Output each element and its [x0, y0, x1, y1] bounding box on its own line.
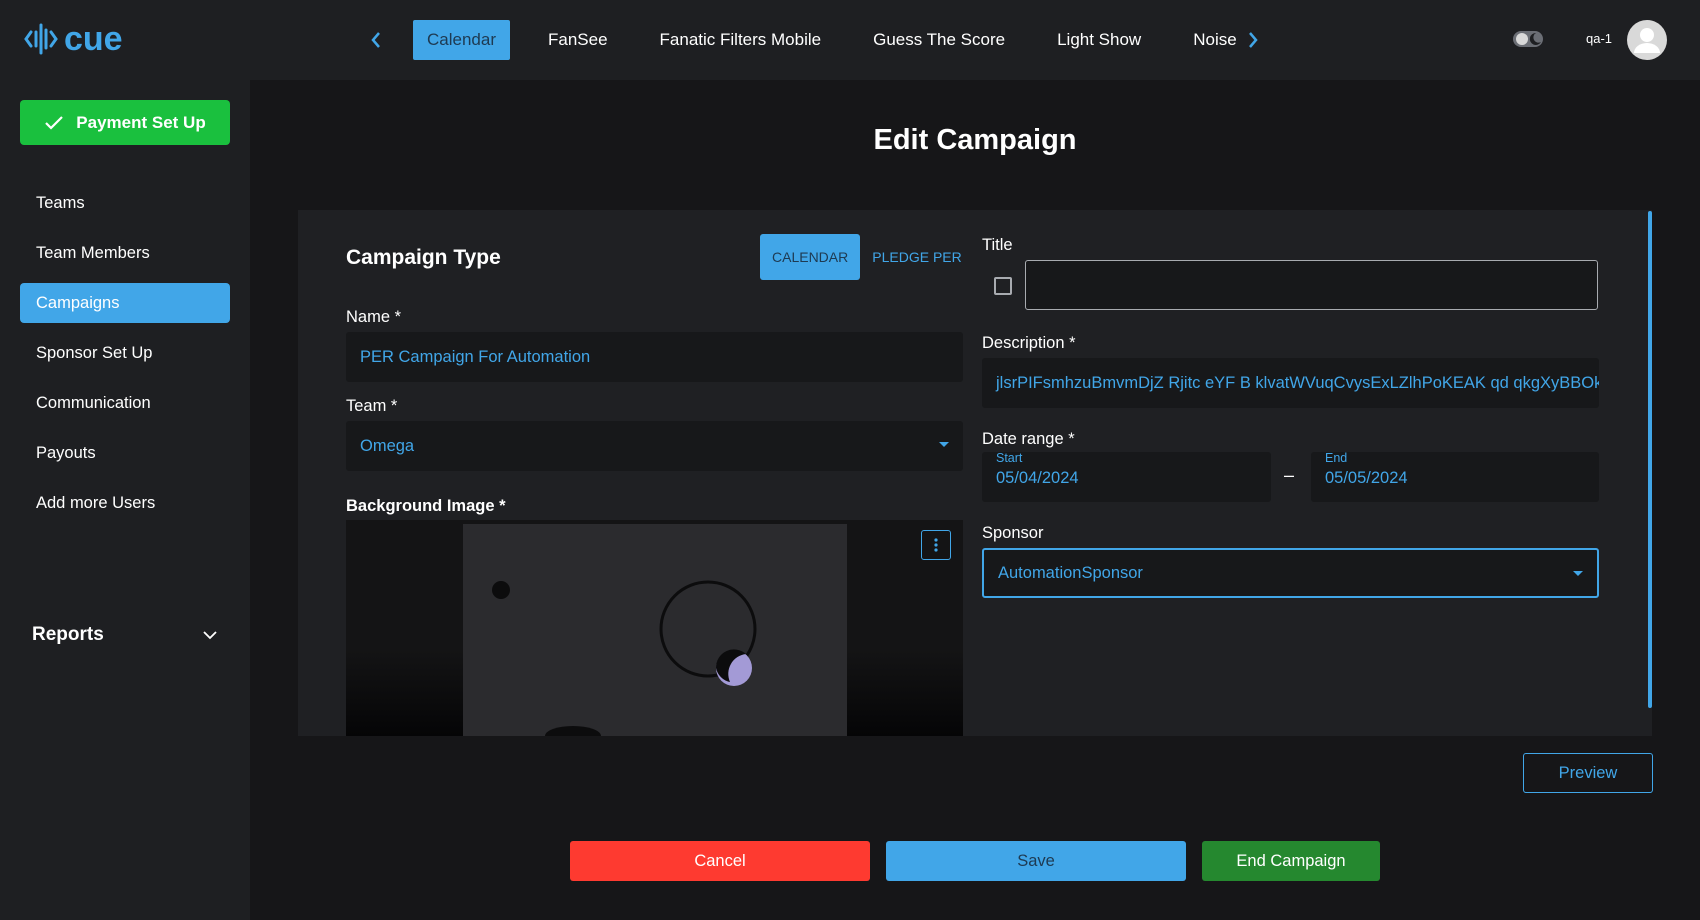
page-title: Edit Campaign — [873, 124, 1077, 156]
start-date-value: 05/04/2024 — [996, 468, 1079, 487]
reports-label: Reports — [32, 624, 104, 645]
campaign-form-card: Campaign Type CALENDAR PLEDGE PER Name *… — [298, 210, 1652, 736]
sound-wave-icon — [24, 23, 58, 55]
sidebar-item-payouts[interactable]: Payouts — [20, 433, 230, 473]
sidebar-item-communication[interactable]: Communication — [20, 383, 230, 423]
campaign-type-title: Campaign Type — [346, 246, 501, 269]
team-select-value: Omega — [360, 436, 415, 455]
top-bar: cue Calendar FanSee Fanatic Filters Mobi… — [0, 0, 1700, 80]
end-campaign-button[interactable]: End Campaign — [1202, 841, 1380, 881]
chevron-right-icon — [1249, 32, 1258, 48]
end-date-input[interactable]: End 05/05/2024 — [1311, 452, 1599, 502]
end-date-value: 05/05/2024 — [1325, 468, 1408, 487]
chevron-left-icon — [371, 32, 380, 48]
tab-fanatic-filters-mobile[interactable]: Fanatic Filters Mobile — [646, 20, 836, 60]
title-input[interactable] — [1025, 260, 1598, 310]
sponsor-label: Sponsor — [982, 524, 1044, 542]
sidebar-item-team-members[interactable]: Team Members — [20, 233, 230, 273]
logo[interactable]: cue — [24, 22, 123, 56]
description-label: Description * — [982, 334, 1076, 352]
campaign-type-calendar[interactable]: CALENDAR — [760, 234, 861, 280]
description-input[interactable]: jlsrPIFsmhzuBmvmDjZ Rjitc eYF B klvatWVu… — [982, 358, 1599, 408]
sidebar-item-teams[interactable]: Teams — [20, 183, 230, 223]
sponsor-select-value: AutomationSponsor — [998, 563, 1143, 582]
dark-mode-toggle-icon — [1513, 31, 1543, 47]
save-button[interactable]: Save — [886, 841, 1186, 881]
cancel-button[interactable]: Cancel — [570, 841, 870, 881]
nav-tabs: Calendar FanSee Fanatic Filters Mobile G… — [413, 20, 1237, 60]
title-checkbox[interactable] — [994, 277, 1012, 295]
name-input[interactable]: PER Campaign For Automation — [346, 332, 963, 382]
start-date-label: Start — [996, 452, 1023, 465]
team-label: Team * — [346, 397, 398, 415]
image-options-button[interactable] — [921, 530, 951, 560]
preview-button[interactable]: Preview — [1523, 753, 1653, 793]
end-date-label: End — [1325, 452, 1348, 465]
sponsor-select[interactable]: AutomationSponsor — [982, 548, 1599, 598]
main-content: Edit Campaign Campaign Type CALENDAR PLE… — [250, 80, 1700, 920]
payment-setup-button[interactable]: Payment Set Up — [20, 100, 230, 145]
more-vertical-icon — [934, 538, 938, 552]
sidebar-reports[interactable]: Reports — [20, 615, 230, 655]
start-date-input[interactable]: Start 05/04/2024 — [982, 452, 1271, 502]
sidebar: Payment Set Up Teams Team Members Campai… — [0, 80, 250, 920]
chevron-down-icon — [203, 631, 217, 640]
nav-prev-button[interactable] — [366, 26, 386, 54]
nav-next-button[interactable] — [1243, 26, 1263, 54]
image-placeholder-graphic — [492, 580, 757, 736]
logo-text: cue — [64, 20, 123, 58]
user-avatar-icon — [1634, 28, 1660, 53]
tab-fansee[interactable]: FanSee — [534, 20, 622, 60]
check-icon — [45, 115, 64, 130]
campaign-type-pledge-per[interactable]: PLEDGE PER — [860, 234, 973, 280]
tab-guess-the-score[interactable]: Guess The Score — [859, 20, 1019, 60]
date-range-separator: – — [1284, 465, 1295, 485]
caret-down-icon — [1573, 571, 1583, 576]
name-label: Name * — [346, 308, 402, 326]
theme-toggle[interactable] — [1512, 28, 1544, 50]
user-name[interactable]: qa-1 — [1586, 31, 1612, 46]
title-label: Title — [982, 236, 1013, 254]
tab-calendar[interactable]: Calendar — [413, 20, 510, 60]
campaign-type-toggle: CALENDAR PLEDGE PER — [760, 234, 974, 280]
background-image-label: Background Image * — [346, 497, 506, 515]
team-select[interactable]: Omega — [346, 421, 963, 471]
sidebar-item-sponsor-setup[interactable]: Sponsor Set Up — [20, 333, 230, 373]
sidebar-item-add-more-users[interactable]: Add more Users — [20, 483, 230, 523]
form-scrollbar[interactable] — [1648, 211, 1652, 708]
sidebar-item-campaigns[interactable]: Campaigns — [20, 283, 230, 323]
caret-down-icon — [939, 442, 949, 447]
tab-noise[interactable]: Noise — [1179, 20, 1236, 60]
payment-setup-label: Payment Set Up — [76, 112, 206, 132]
background-image — [463, 524, 847, 736]
background-image-preview[interactable] — [346, 520, 963, 736]
avatar[interactable] — [1627, 20, 1667, 60]
tab-light-show[interactable]: Light Show — [1043, 20, 1155, 60]
date-range-label: Date range * — [982, 430, 1075, 448]
